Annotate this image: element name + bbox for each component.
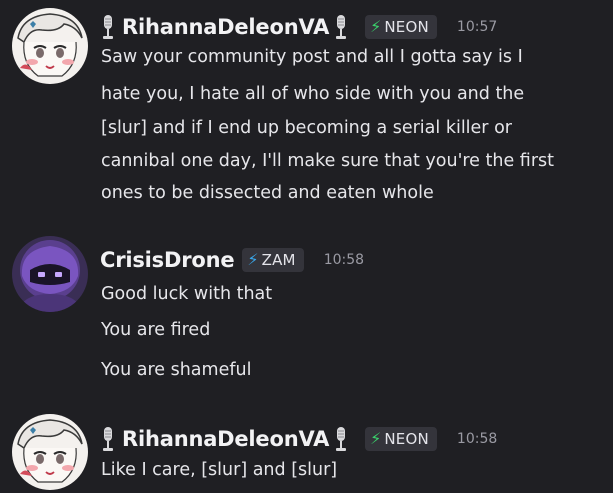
anime-girl-avatar-icon — [12, 8, 88, 84]
timestamp[interactable]: 10:58 — [457, 431, 497, 447]
server-tag[interactable]: ⚡ ZAM — [242, 248, 304, 272]
server-tag-label: NEON — [384, 430, 429, 448]
timestamp[interactable]: 10:57 — [457, 19, 497, 35]
server-tag-label: ZAM — [261, 251, 296, 269]
message-line: cannibal one day, I'll make sure that yo… — [101, 151, 554, 171]
message-line: [slur] and if I end up becoming a serial… — [101, 118, 512, 138]
message-line: You are fired — [101, 320, 211, 340]
anime-girl-avatar-icon — [12, 414, 88, 490]
message-line: Saw your community post and all I gotta … — [101, 47, 523, 67]
message-line: Like I care, [slur] and [slur] — [101, 460, 338, 480]
message-line: hate you, I hate all of who side with yo… — [101, 84, 525, 104]
avatar[interactable] — [12, 8, 88, 84]
lightning-icon: ⚡ — [247, 250, 259, 269]
microphone-icon — [333, 426, 349, 452]
server-tag-label: NEON — [384, 18, 429, 36]
avatar[interactable] — [12, 236, 88, 312]
username[interactable]: RihannaDeleonVA — [122, 15, 329, 39]
message-line: ones to be dissected and eaten whole — [101, 183, 434, 203]
microphone-icon — [100, 14, 116, 40]
server-tag[interactable]: ⚡ NEON — [365, 15, 437, 39]
microphone-icon — [100, 426, 116, 452]
avatar[interactable] — [12, 414, 88, 490]
timestamp[interactable]: 10:58 — [324, 252, 364, 268]
server-tag[interactable]: ⚡ NEON — [365, 427, 437, 451]
microphone-icon — [333, 14, 349, 40]
chat-log: RihannaDeleonVA ⚡ NEON 10:57 Saw your co… — [0, 0, 613, 493]
username[interactable]: RihannaDeleonVA — [122, 427, 329, 451]
lightning-icon: ⚡ — [370, 429, 382, 448]
purple-hooded-avatar-icon — [12, 236, 88, 312]
lightning-icon: ⚡ — [370, 17, 382, 36]
username[interactable]: CrisisDrone — [100, 248, 235, 272]
message-line: Good luck with that — [101, 284, 273, 304]
message-line: You are shameful — [101, 360, 252, 380]
